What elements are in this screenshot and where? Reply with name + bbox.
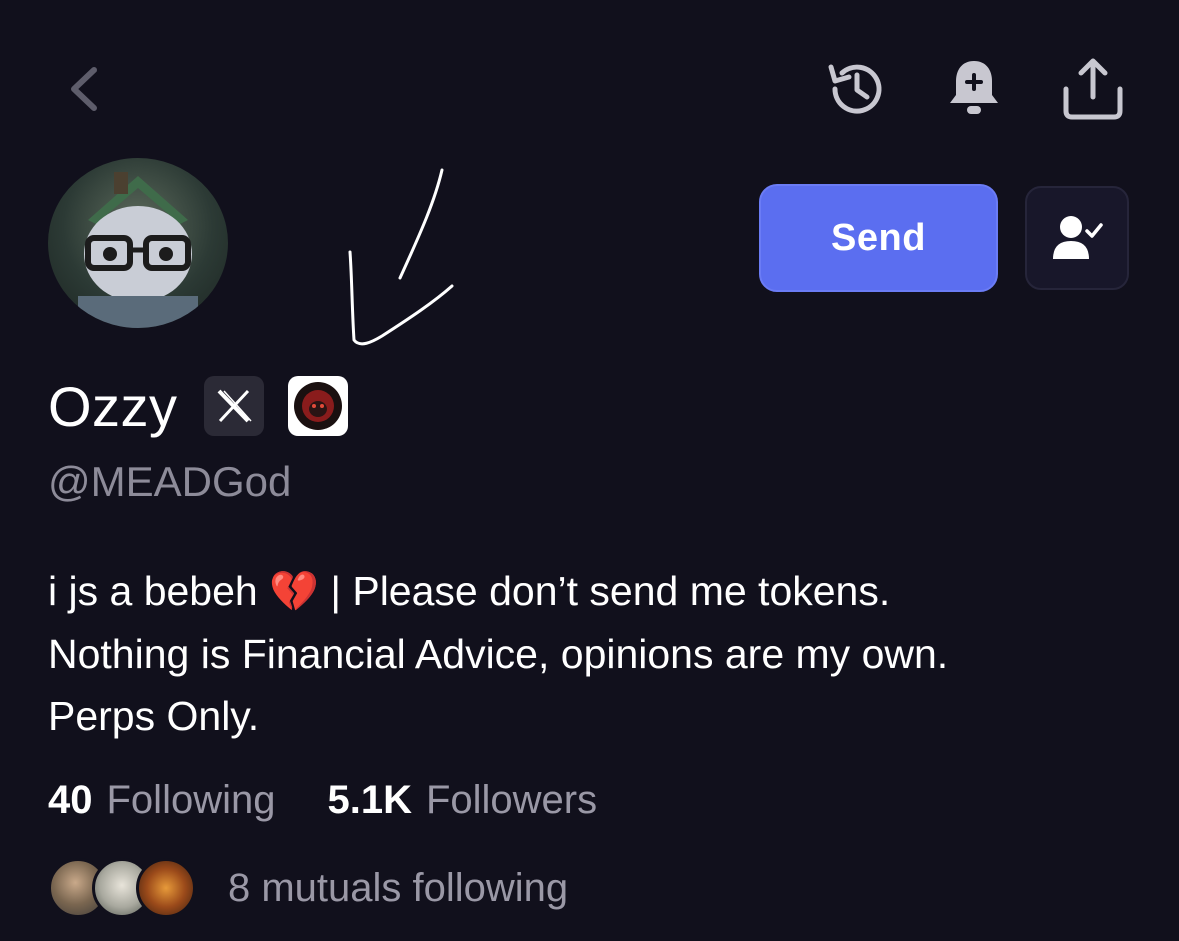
share-icon [1063,58,1123,120]
history-icon [828,64,882,114]
follow-stats: 40 Following 5.1K Followers [48,778,597,823]
avatar-image [78,172,198,328]
share-button[interactable] [1056,54,1130,124]
followers-count: 5.1K [327,778,412,822]
community-badge[interactable] [287,376,348,436]
following-label: Following [106,778,276,822]
community-badge-icon [293,382,342,430]
bio-text-1b: | Please don’t send me tokens. [318,568,891,614]
followers-label: Followers [425,778,598,822]
send-button-label: Send [831,216,926,259]
broken-heart-emoji: 💔 [269,569,319,615]
mutuals-text: 8 mutuals following [228,865,569,910]
bio-line-1: i js a bebeh 💔 | Please don’t send me to… [48,560,1148,623]
x-account-badge[interactable] [203,376,264,436]
send-button[interactable]: Send [759,184,998,292]
back-button[interactable] [58,62,108,116]
followers-stat[interactable]: 5.1K Followers [327,778,597,823]
history-button[interactable] [822,56,890,122]
arrow-annotation [348,168,454,346]
mutuals-row[interactable]: 8 mutuals following [48,856,568,920]
bio-text-1a: i js a bebeh [48,568,270,614]
user-check-icon [1053,216,1103,259]
bio-line-2: Nothing is Financial Advice, opinions ar… [48,631,949,677]
mutual-avatar [136,858,196,918]
x-logo-icon [217,389,252,423]
profile-screen: Send Ozzy @MEADGod i js a bebeh 💔 | Plea… [0,0,1179,941]
following-toggle-button[interactable] [1025,186,1129,290]
notify-button[interactable] [940,56,1008,122]
name-row: Ozzy [48,370,348,442]
mutual-avatars [48,856,198,920]
chevron-left-icon [71,67,97,111]
display-name: Ozzy [48,374,178,438]
bio-line-3: Perps Only. [48,693,260,739]
profile-avatar [48,158,228,328]
notification-bell-plus-icon [950,61,998,114]
user-handle: @MEADGod [48,458,292,505]
following-count: 40 [48,778,93,822]
following-stat[interactable]: 40 Following [48,778,275,823]
bio: i js a bebeh 💔 | Please don’t send me to… [48,560,1148,747]
